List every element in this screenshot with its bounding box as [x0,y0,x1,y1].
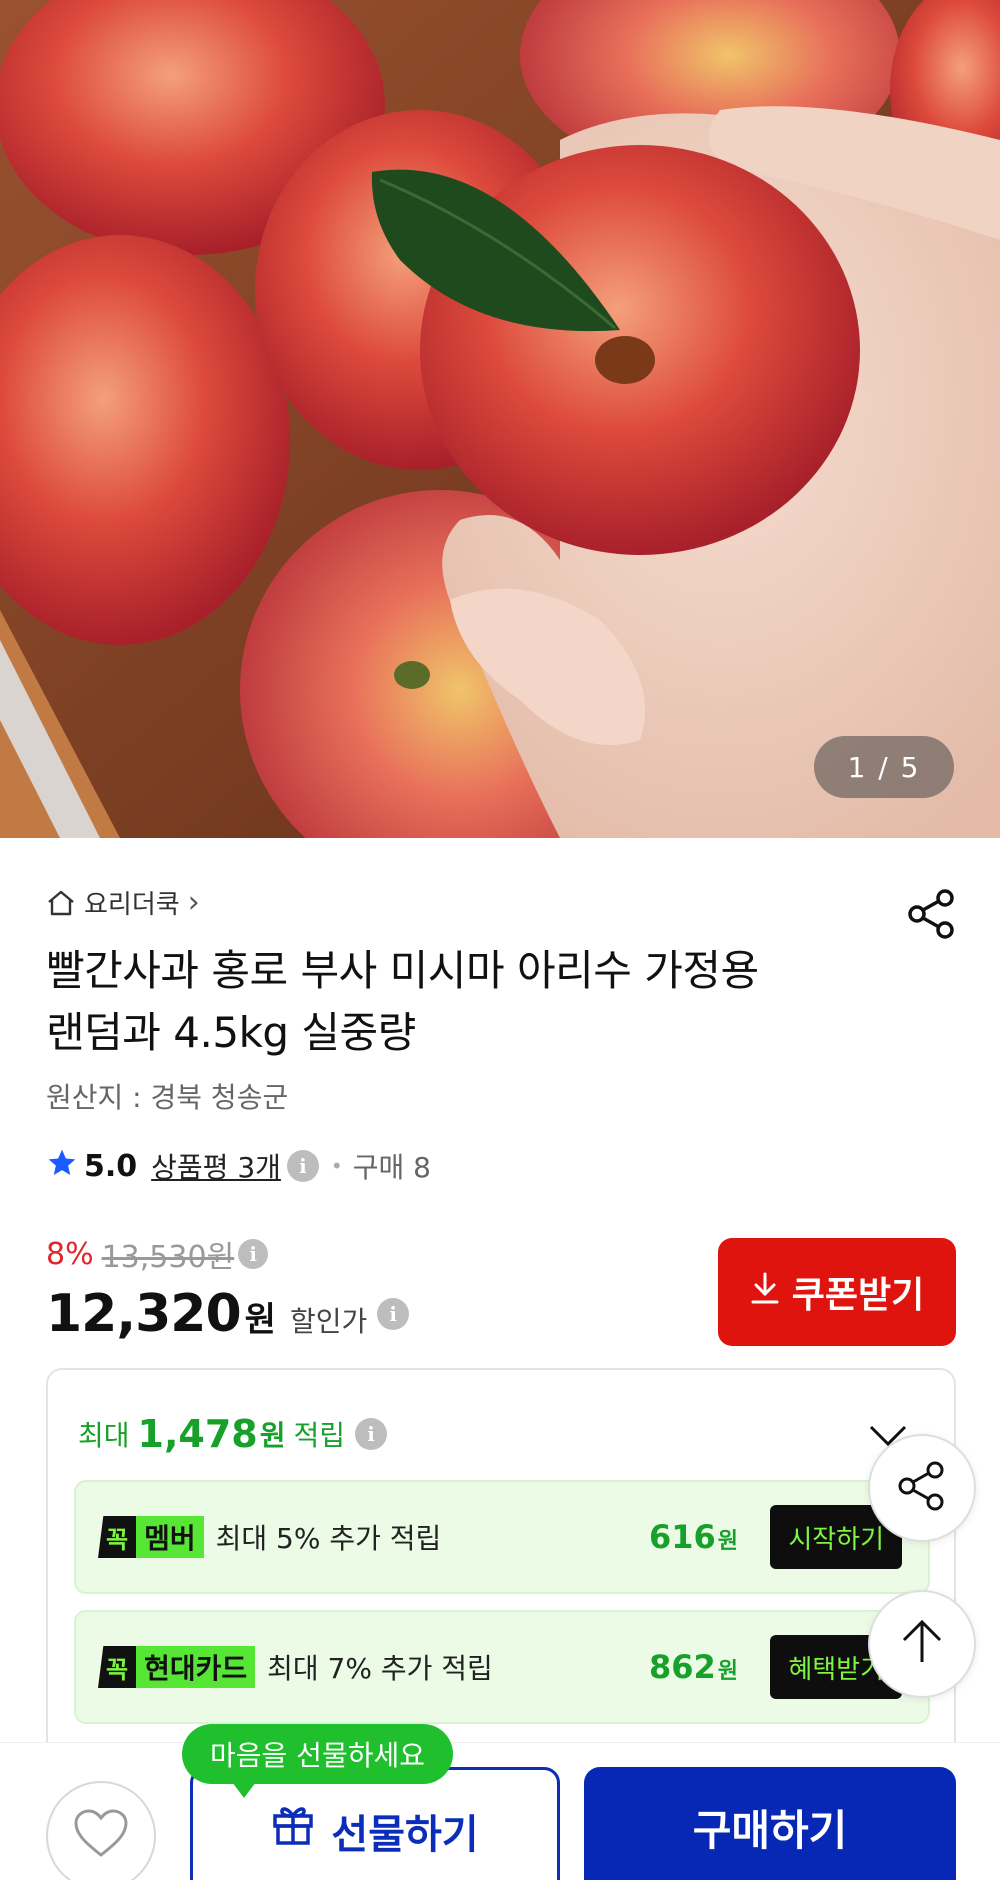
share-icon [897,1460,947,1516]
wishlist-button[interactable] [46,1781,156,1880]
store-breadcrumb[interactable]: 요리더쿡 › [46,884,200,921]
home-icon [46,889,76,917]
benefit-amount: 616원 [648,1518,738,1556]
price-block: 8% 13,530원 i 12,320 원 할인가 i [46,1232,410,1344]
share-icon [907,888,957,944]
gift-label: 선물하기 [331,1812,479,1858]
heart-icon [73,1809,129,1863]
info-icon[interactable]: i [377,1298,410,1330]
buy-button[interactable]: 구매하기 [584,1767,956,1880]
discount-rate: 8% [46,1236,94,1272]
gift-icon [271,1802,315,1856]
reward-unit: 원 [259,1419,286,1452]
chevron-right-icon: › [187,885,200,920]
benefit-amount: 862원 [648,1648,738,1686]
product-image[interactable]: 1 / 5 [0,0,1000,838]
member-badge: 꼭 멤버 [98,1516,204,1558]
gift-tooltip: 마음을 선물하세요 [182,1724,453,1798]
hyundai-card-badge: 꼭 현대카드 [98,1646,256,1688]
original-price: 13,530원 [101,1240,235,1275]
review-count-link[interactable]: 상품평 3개 [151,1146,281,1186]
benefit-description: 최대 7% 추가 적립 [267,1652,493,1685]
sale-price-unit: 원 [244,1300,276,1340]
benefit-description: 최대 5% 추가 적립 [215,1522,442,1555]
image-counter: 1 / 5 [814,736,954,798]
reward-amount: 1,478 [137,1412,258,1456]
star-icon [46,1147,78,1186]
share-button[interactable] [904,888,960,944]
rating-score: 5.0 [84,1148,138,1184]
scroll-to-top-button[interactable] [868,1590,976,1698]
product-photo [0,0,1000,838]
benefit-row-member: 꼭 멤버 최대 5% 추가 적립 616원 시작하기 [74,1480,930,1594]
coupon-label: 쿠폰받기 [791,1275,925,1316]
product-title: 빨간사과 홍로 부사 미시마 아리수 가정용 랜덤과 4.5kg 실중량 [46,946,759,1057]
reward-prefix: 최대 [78,1419,130,1452]
sale-price: 12,320 [46,1284,242,1344]
reward-summary: 최대 1,478 원 적립 i [78,1412,388,1456]
sale-price-label: 할인가 [289,1305,368,1338]
rating-row: 5.0 상품평 3개 i • 구매 8 [46,1146,431,1186]
separator-dot: • [330,1154,343,1178]
product-origin: 원산지 : 경북 청송군 [46,1081,289,1114]
info-icon[interactable]: i [355,1418,388,1450]
info-icon[interactable]: i [286,1150,319,1182]
info-icon[interactable]: i [238,1239,269,1269]
bottom-action-bar: 선물하기 구매하기 [0,1742,1000,1880]
floating-share-button[interactable] [868,1434,976,1542]
purchase-count: 구매 8 [352,1151,431,1184]
arrow-up-icon [900,1618,944,1670]
reward-suffix: 적립 [293,1419,346,1452]
store-name[interactable]: 요리더쿡 [84,884,180,921]
coupon-download-button[interactable]: 쿠폰받기 [718,1238,956,1346]
benefit-row-hyundai-card: 꼭 현대카드 최대 7% 추가 적립 862원 혜택받기 [74,1610,930,1724]
download-icon [750,1271,780,1314]
